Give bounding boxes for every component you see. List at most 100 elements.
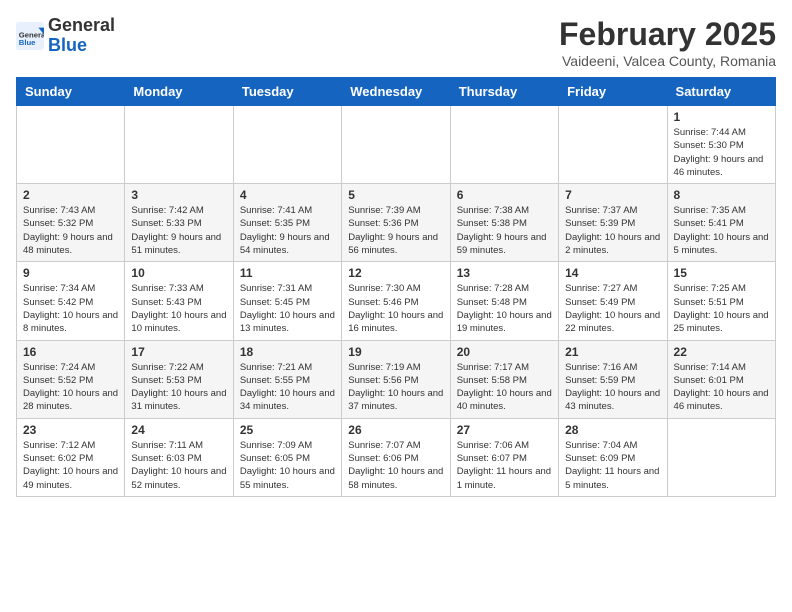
calendar-cell: 15 Sunrise: 7:25 AM Sunset: 5:51 PM Dayli… (667, 262, 775, 340)
calendar-table: SundayMondayTuesdayWednesdayThursdayFrid… (16, 77, 776, 497)
day-info: Sunrise: 7:22 AM Sunset: 5:53 PM Dayligh… (131, 361, 226, 414)
day-info: Sunrise: 7:44 AM Sunset: 5:30 PM Dayligh… (674, 126, 769, 179)
calendar-cell: 9 Sunrise: 7:34 AM Sunset: 5:42 PM Daylig… (17, 262, 125, 340)
day-number: 11 (240, 266, 335, 280)
day-info: Sunrise: 7:06 AM Sunset: 6:07 PM Dayligh… (457, 439, 552, 492)
calendar-week-4: 16Sunrise: 7:24 AM Sunset: 5:52 PM Dayli… (17, 340, 776, 418)
day-number: 28 (565, 423, 660, 437)
calendar-cell: 4 Sunrise: 7:41 AM Sunset: 5:35 PM Daylig… (233, 184, 341, 262)
day-info: Sunrise: 7:43 AM Sunset: 5:32 PM Dayligh… (23, 204, 118, 257)
day-number: 15 (674, 266, 769, 280)
day-info: Sunrise: 7:14 AM Sunset: 6:01 PM Dayligh… (674, 361, 769, 414)
weekday-header-wednesday: Wednesday (342, 78, 450, 106)
calendar-header: SundayMondayTuesdayWednesdayThursdayFrid… (17, 78, 776, 106)
calendar-cell (125, 106, 233, 184)
calendar-cell: 22 Sunrise: 7:14 AM Sunset: 6:01 PM Dayli… (667, 340, 775, 418)
day-info: Sunrise: 7:41 AM Sunset: 5:35 PM Dayligh… (240, 204, 335, 257)
calendar-cell: 16Sunrise: 7:24 AM Sunset: 5:52 PM Dayli… (17, 340, 125, 418)
day-number: 19 (348, 345, 443, 359)
day-number: 23 (23, 423, 118, 437)
day-info: Sunrise: 7:12 AM Sunset: 6:02 PM Dayligh… (23, 439, 118, 492)
weekday-header-friday: Friday (559, 78, 667, 106)
calendar-week-5: 23 Sunrise: 7:12 AM Sunset: 6:02 PM Dayli… (17, 418, 776, 496)
weekday-header-row: SundayMondayTuesdayWednesdayThursdayFrid… (17, 78, 776, 106)
calendar-cell: 24 Sunrise: 7:11 AM Sunset: 6:03 PM Dayli… (125, 418, 233, 496)
day-info: Sunrise: 7:11 AM Sunset: 6:03 PM Dayligh… (131, 439, 226, 492)
calendar-cell: 14 Sunrise: 7:27 AM Sunset: 5:49 PM Dayli… (559, 262, 667, 340)
day-number: 17 (131, 345, 226, 359)
day-info: Sunrise: 7:24 AM Sunset: 5:52 PM Dayligh… (23, 361, 118, 414)
day-info: Sunrise: 7:19 AM Sunset: 5:56 PM Dayligh… (348, 361, 443, 414)
day-number: 14 (565, 266, 660, 280)
calendar-cell: 25 Sunrise: 7:09 AM Sunset: 6:05 PM Dayli… (233, 418, 341, 496)
weekday-header-monday: Monday (125, 78, 233, 106)
calendar-cell: 13Sunrise: 7:28 AM Sunset: 5:48 PM Dayli… (450, 262, 558, 340)
calendar-cell: 11Sunrise: 7:31 AM Sunset: 5:45 PM Dayli… (233, 262, 341, 340)
day-info: Sunrise: 7:37 AM Sunset: 5:39 PM Dayligh… (565, 204, 660, 257)
calendar-cell: 7Sunrise: 7:37 AM Sunset: 5:39 PM Daylig… (559, 184, 667, 262)
day-number: 20 (457, 345, 552, 359)
weekday-header-tuesday: Tuesday (233, 78, 341, 106)
calendar-cell (342, 106, 450, 184)
calendar-cell (559, 106, 667, 184)
day-number: 9 (23, 266, 118, 280)
weekday-header-saturday: Saturday (667, 78, 775, 106)
day-number: 1 (674, 110, 769, 124)
day-info: Sunrise: 7:25 AM Sunset: 5:51 PM Dayligh… (674, 282, 769, 335)
day-number: 25 (240, 423, 335, 437)
calendar-cell: 17 Sunrise: 7:22 AM Sunset: 5:53 PM Dayli… (125, 340, 233, 418)
calendar-cell: 19 Sunrise: 7:19 AM Sunset: 5:56 PM Dayli… (342, 340, 450, 418)
calendar-title: February 2025 (559, 16, 776, 53)
calendar-cell: 6 Sunrise: 7:38 AM Sunset: 5:38 PM Daylig… (450, 184, 558, 262)
day-info: Sunrise: 7:34 AM Sunset: 5:42 PM Dayligh… (23, 282, 118, 335)
day-info: Sunrise: 7:17 AM Sunset: 5:58 PM Dayligh… (457, 361, 552, 414)
calendar-week-1: 1 Sunrise: 7:44 AM Sunset: 5:30 PM Daylig… (17, 106, 776, 184)
calendar-cell: 21Sunrise: 7:16 AM Sunset: 5:59 PM Dayli… (559, 340, 667, 418)
day-info: Sunrise: 7:35 AM Sunset: 5:41 PM Dayligh… (674, 204, 769, 257)
day-info: Sunrise: 7:07 AM Sunset: 6:06 PM Dayligh… (348, 439, 443, 492)
day-number: 24 (131, 423, 226, 437)
calendar-body: 1 Sunrise: 7:44 AM Sunset: 5:30 PM Daylig… (17, 106, 776, 497)
day-number: 3 (131, 188, 226, 202)
day-info: Sunrise: 7:38 AM Sunset: 5:38 PM Dayligh… (457, 204, 552, 257)
day-number: 4 (240, 188, 335, 202)
calendar-cell: 20 Sunrise: 7:17 AM Sunset: 5:58 PM Dayli… (450, 340, 558, 418)
day-number: 12 (348, 266, 443, 280)
calendar-cell (450, 106, 558, 184)
day-info: Sunrise: 7:21 AM Sunset: 5:55 PM Dayligh… (240, 361, 335, 414)
calendar-cell: 26Sunrise: 7:07 AM Sunset: 6:06 PM Dayli… (342, 418, 450, 496)
logo-text: General Blue (48, 16, 115, 56)
logo-general: General (48, 15, 115, 35)
day-number: 22 (674, 345, 769, 359)
day-number: 10 (131, 266, 226, 280)
calendar-week-2: 2Sunrise: 7:43 AM Sunset: 5:32 PM Daylig… (17, 184, 776, 262)
calendar-cell: 3 Sunrise: 7:42 AM Sunset: 5:33 PM Daylig… (125, 184, 233, 262)
day-info: Sunrise: 7:16 AM Sunset: 5:59 PM Dayligh… (565, 361, 660, 414)
calendar-cell (233, 106, 341, 184)
calendar-cell: 12Sunrise: 7:30 AM Sunset: 5:46 PM Dayli… (342, 262, 450, 340)
logo-blue: Blue (48, 35, 87, 55)
calendar-cell: 10Sunrise: 7:33 AM Sunset: 5:43 PM Dayli… (125, 262, 233, 340)
day-info: Sunrise: 7:27 AM Sunset: 5:49 PM Dayligh… (565, 282, 660, 335)
calendar-cell: 28 Sunrise: 7:04 AM Sunset: 6:09 PM Dayli… (559, 418, 667, 496)
weekday-header-sunday: Sunday (17, 78, 125, 106)
calendar-subtitle: Vaideeni, Valcea County, Romania (559, 53, 776, 69)
day-info: Sunrise: 7:42 AM Sunset: 5:33 PM Dayligh… (131, 204, 226, 257)
calendar-cell: 27Sunrise: 7:06 AM Sunset: 6:07 PM Dayli… (450, 418, 558, 496)
calendar-cell: 8 Sunrise: 7:35 AM Sunset: 5:41 PM Daylig… (667, 184, 775, 262)
day-info: Sunrise: 7:09 AM Sunset: 6:05 PM Dayligh… (240, 439, 335, 492)
calendar-week-3: 9 Sunrise: 7:34 AM Sunset: 5:42 PM Daylig… (17, 262, 776, 340)
day-number: 18 (240, 345, 335, 359)
logo: General Blue General Blue (16, 16, 115, 56)
calendar-cell: 23 Sunrise: 7:12 AM Sunset: 6:02 PM Dayli… (17, 418, 125, 496)
day-info: Sunrise: 7:39 AM Sunset: 5:36 PM Dayligh… (348, 204, 443, 257)
day-number: 8 (674, 188, 769, 202)
weekday-header-thursday: Thursday (450, 78, 558, 106)
page-header: General Blue General Blue February 2025 … (16, 16, 776, 69)
calendar-cell (667, 418, 775, 496)
day-info: Sunrise: 7:04 AM Sunset: 6:09 PM Dayligh… (565, 439, 660, 492)
day-number: 6 (457, 188, 552, 202)
title-area: February 2025 Vaideeni, Valcea County, R… (559, 16, 776, 69)
calendar-cell: 5Sunrise: 7:39 AM Sunset: 5:36 PM Daylig… (342, 184, 450, 262)
calendar-cell: 1 Sunrise: 7:44 AM Sunset: 5:30 PM Daylig… (667, 106, 775, 184)
